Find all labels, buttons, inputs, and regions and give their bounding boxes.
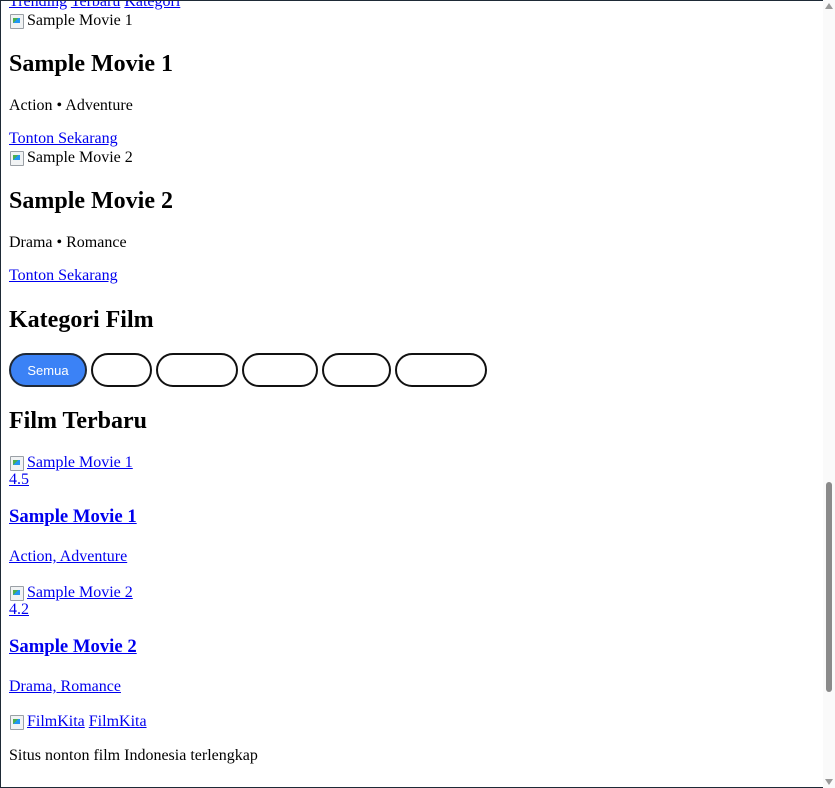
latest-poster-alt: Sample Movie 1: [27, 454, 133, 471]
footer-logo-alt: FilmKita: [27, 713, 85, 730]
scroll-up-arrow-icon[interactable]: [825, 3, 833, 9]
latest-genres-2[interactable]: Drama, Romance: [9, 678, 121, 696]
broken-image-icon: [9, 150, 25, 166]
broken-image-icon: [9, 585, 25, 601]
footer-logo-link[interactable]: FilmKita FilmKita: [9, 713, 147, 731]
nav-link-terbaru[interactable]: Terbaru: [71, 1, 121, 10]
latest-rating-1[interactable]: 4.5: [9, 471, 29, 489]
footer-brand: FilmKita: [88, 713, 147, 730]
browser-viewport: Trending Terbaru Kategori Sample Movie 1…: [0, 0, 824, 788]
broken-image-icon: [9, 714, 25, 730]
latest-poster-link-1[interactable]: Sample Movie 1: [9, 454, 133, 472]
hero-poster-alt: Sample Movie 1: [27, 12, 133, 29]
hero-watch-button-2[interactable]: Tonton Sekarang: [9, 267, 118, 285]
category-pill-semua[interactable]: Semua: [9, 353, 87, 387]
category-filter-row: Semua: [9, 353, 487, 387]
hero-genres-1: Action • Adventure: [9, 97, 133, 114]
latest-title-1: Sample Movie 1: [9, 506, 137, 527]
category-pill[interactable]: [91, 353, 152, 387]
latest-title-link-2[interactable]: Sample Movie 2: [9, 636, 137, 658]
hero-title-1: Sample Movie 1: [9, 51, 173, 77]
categories-heading: Kategori Film: [9, 307, 154, 333]
hero-title-2: Sample Movie 2: [9, 188, 173, 214]
latest-heading: Film Terbaru: [9, 408, 148, 434]
category-pill[interactable]: [395, 353, 487, 387]
footer-tagline: Situs nonton film Indonesia terlengkap: [9, 747, 258, 764]
hero-genres-2: Drama • Romance: [9, 234, 127, 251]
nav-link-trending[interactable]: Trending: [9, 1, 67, 10]
latest-genres-1[interactable]: Action, Adventure: [9, 548, 127, 566]
broken-image-icon: [9, 455, 25, 471]
nav-link-kategori[interactable]: Kategori: [124, 1, 180, 10]
broken-image-icon: [9, 13, 25, 29]
hero-poster-2: Sample Movie 2: [9, 149, 133, 167]
scrollbar-thumb[interactable]: [826, 482, 832, 692]
category-pill[interactable]: [322, 353, 391, 387]
latest-title-2: Sample Movie 2: [9, 636, 137, 657]
vertical-scrollbar[interactable]: [823, 0, 835, 788]
main-nav: Trending Terbaru Kategori: [9, 1, 180, 11]
category-pill[interactable]: [156, 353, 238, 387]
latest-title-link-1[interactable]: Sample Movie 1: [9, 506, 137, 528]
scroll-down-arrow-icon[interactable]: [825, 779, 833, 785]
hero-poster-1: Sample Movie 1: [9, 12, 133, 30]
hero-poster-alt: Sample Movie 2: [27, 149, 133, 166]
category-pill[interactable]: [242, 353, 318, 387]
latest-rating-2[interactable]: 4.2: [9, 601, 29, 619]
latest-poster-link-2[interactable]: Sample Movie 2: [9, 584, 133, 602]
latest-poster-alt: Sample Movie 2: [27, 584, 133, 601]
hero-watch-button-1[interactable]: Tonton Sekarang: [9, 130, 118, 148]
